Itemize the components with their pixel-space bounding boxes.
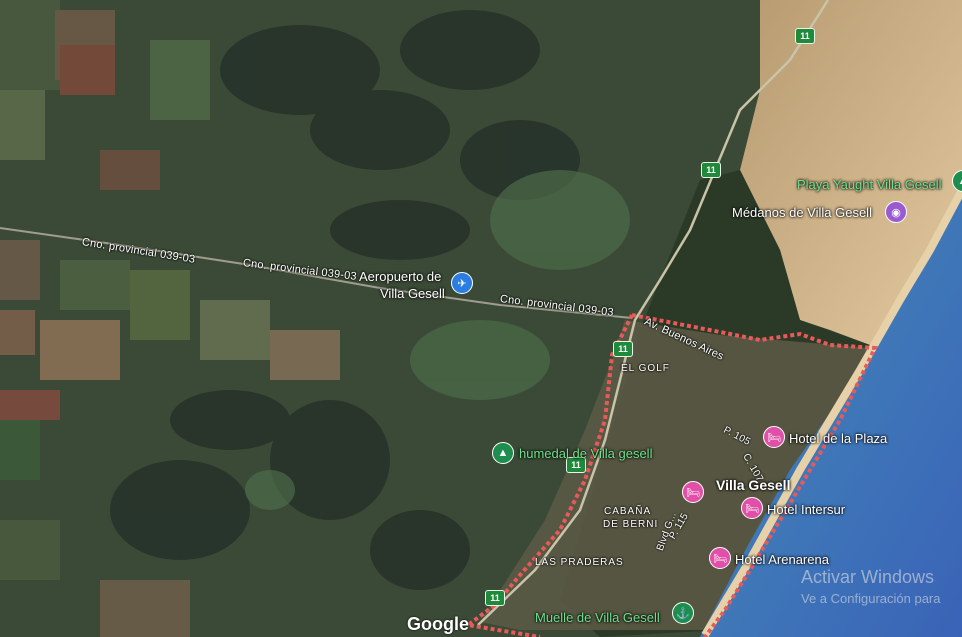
park-icon[interactable]: ▲ (492, 442, 514, 464)
route-shield-11: 11 (795, 28, 815, 44)
district-el-golf: EL GOLF (621, 363, 670, 374)
hotel-intersur-label[interactable]: Hotel Intersur (767, 502, 845, 517)
activate-windows-title: Activar Windows (801, 567, 935, 587)
airport-label-line1[interactable]: Aeropuerto de (359, 269, 441, 284)
camera-icon[interactable]: ◉ (885, 201, 907, 223)
hotel-icon[interactable]: 🛏 (741, 497, 763, 519)
route-shield-11: 11 (613, 341, 633, 357)
hotel-plaza-label[interactable]: Hotel de la Plaza (789, 431, 887, 446)
dock-icon[interactable]: ⚓ (672, 602, 694, 624)
route-shield-11: 11 (485, 590, 505, 606)
airport-icon[interactable]: ✈ (451, 272, 473, 294)
district-cabana: CABAÑA (604, 506, 652, 517)
muelle-label[interactable]: Muelle de Villa Gesell (535, 610, 660, 625)
route-shield-11: 11 (701, 162, 721, 178)
hotel-icon[interactable]: 🛏 (763, 426, 785, 448)
medanos-label[interactable]: Médanos de Villa Gesell (732, 205, 872, 220)
district-de-berni: DE BERNI (603, 519, 659, 530)
satellite-map[interactable] (0, 0, 962, 637)
hotel-icon[interactable]: 🛏 (709, 547, 731, 569)
airport-label-line2[interactable]: Villa Gesell (380, 286, 445, 301)
humedal-label[interactable]: humedal de Villa gesell (519, 446, 652, 461)
hotel-icon[interactable]: 🛏 (682, 481, 704, 503)
hotel-arenarena-label[interactable]: Hotel Arenarena (735, 552, 829, 567)
district-las-praderas: LAS PRADERAS (535, 557, 624, 568)
playa-label[interactable]: Playa Yaught Villa Gesell (797, 177, 942, 192)
city-label[interactable]: Villa Gesell (716, 477, 790, 493)
google-logo: Google (407, 614, 469, 634)
activate-windows-subtitle: Ve a Configuración para (801, 591, 941, 606)
